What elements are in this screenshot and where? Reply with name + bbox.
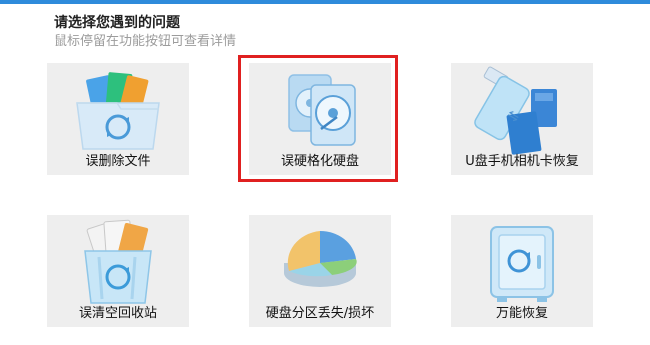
tile-label: 误删除文件 xyxy=(85,154,151,169)
top-accent-bar xyxy=(0,0,650,4)
page-subtitle: 鼠标停留在功能按钮可查看详情 xyxy=(54,34,237,49)
selection-highlight xyxy=(238,55,398,182)
recycle-bin-icon xyxy=(47,215,189,307)
recycle-folder-icon xyxy=(47,63,189,155)
tile-label: 硬盘分区丢失/损坏 xyxy=(265,306,375,321)
tile-label: 误清空回收站 xyxy=(78,306,157,321)
tile-usb-phone-camera-card[interactable]: ⇋ U盘手机相机卡恢复 xyxy=(451,63,593,175)
safe-box-icon xyxy=(451,215,593,307)
page-title: 请选择您遇到的问题 xyxy=(54,15,180,31)
tile-universal-recovery[interactable]: 万能恢复 xyxy=(451,215,593,327)
pie-partition-icon xyxy=(249,215,391,307)
tile-label: 万能恢复 xyxy=(495,306,548,321)
tile-label: U盘手机相机卡恢复 xyxy=(465,154,579,169)
usb-sd-card-icon: ⇋ xyxy=(451,63,593,155)
tile-partition-lost[interactable]: 硬盘分区丢失/损坏 xyxy=(249,215,391,327)
tile-deleted-files[interactable]: 误删除文件 xyxy=(47,63,189,175)
tile-emptied-recycle-bin[interactable]: 误清空回收站 xyxy=(47,215,189,327)
